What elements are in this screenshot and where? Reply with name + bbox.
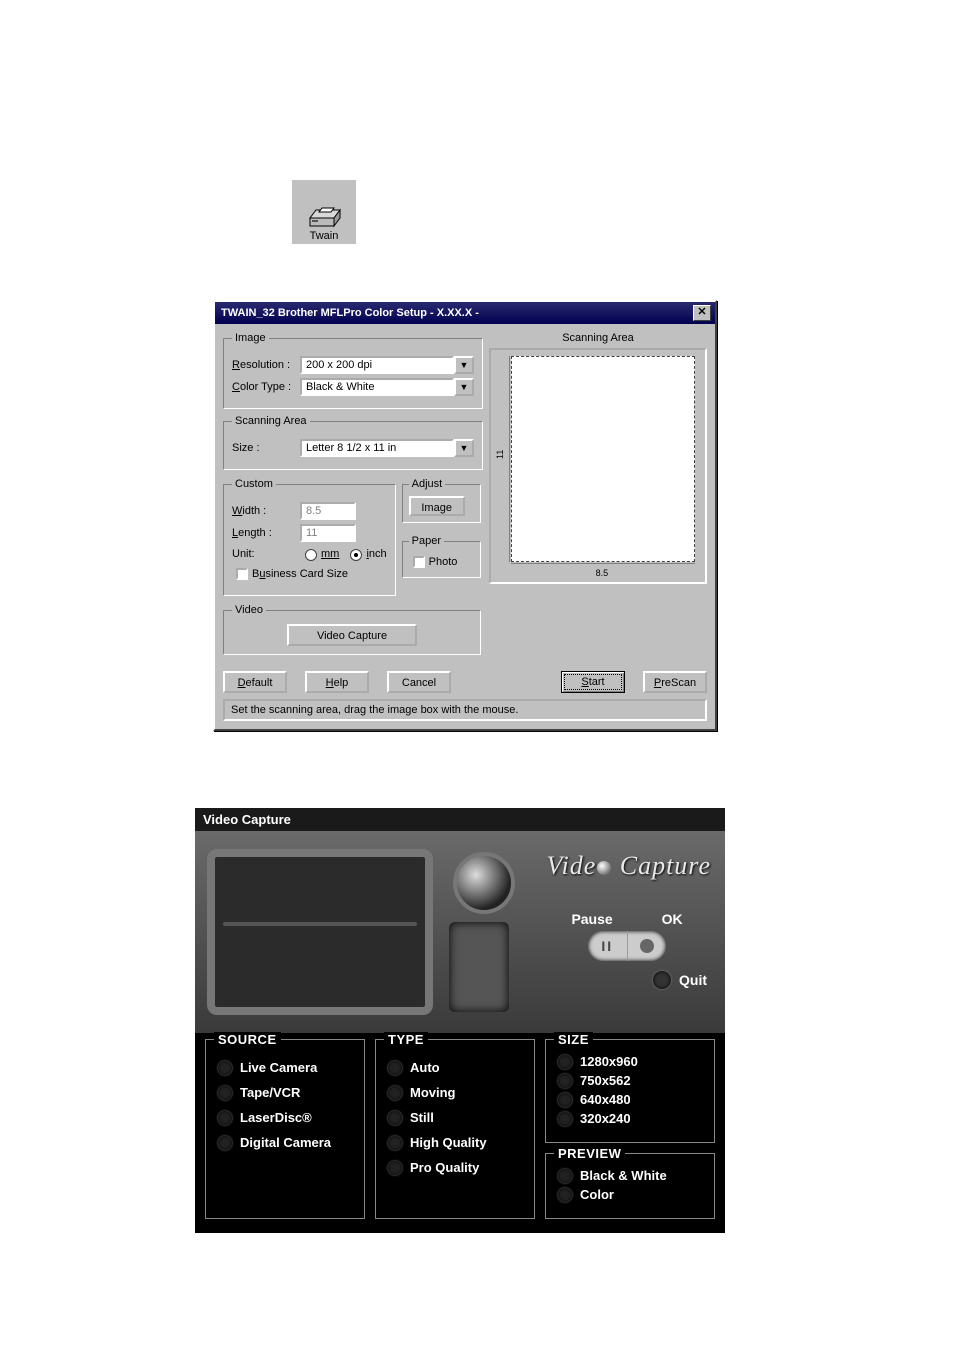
width-label: Width : (232, 505, 300, 517)
chevron-down-icon[interactable]: ▼ (454, 356, 474, 374)
scanner-icon (306, 198, 342, 230)
preview-option-color[interactable]: Color (558, 1187, 702, 1202)
video-bottom-panel: SOURCE Live Camera Tape/VCR LaserDisc® D… (195, 1033, 725, 1233)
pause-label: Pause (571, 911, 612, 927)
unit-inch-radio[interactable] (350, 549, 362, 561)
type-option-still[interactable]: Still (388, 1110, 522, 1125)
source-group: SOURCE Live Camera Tape/VCR LaserDisc® D… (205, 1039, 365, 1219)
ok-icon-wrap[interactable] (628, 931, 667, 961)
start-button[interactable]: Start (561, 671, 625, 693)
preview-option-bw[interactable]: Black & White (558, 1168, 702, 1183)
size-label: Size : (232, 442, 300, 454)
size-group-label: SIZE (554, 1032, 593, 1047)
length-label: Length : (232, 527, 300, 539)
default-button[interactable]: Default (223, 671, 287, 693)
video-window-title: Video Capture (195, 808, 725, 831)
ruler-horizontal: 8.5 (511, 563, 695, 576)
paper-group-label: Paper (409, 535, 444, 547)
pause-icon[interactable]: II (588, 931, 628, 961)
scanning-area-title: Scanning Area (489, 332, 707, 344)
custom-group: Custom Width : Length : Unit: mm (223, 478, 396, 596)
colortype-value[interactable] (300, 378, 454, 396)
source-option-laserdisc[interactable]: LaserDisc® (218, 1110, 352, 1125)
paper-group: Paper Photo (402, 535, 481, 578)
source-option-digital[interactable]: Digital Camera (218, 1135, 352, 1150)
adjust-group-label: Adjust (409, 478, 446, 490)
lens-icon (453, 852, 515, 914)
pause-ok-toggle[interactable]: II (588, 931, 666, 961)
type-option-moving[interactable]: Moving (388, 1085, 522, 1100)
video-group-label: Video (232, 604, 266, 616)
source-group-label: SOURCE (214, 1032, 281, 1047)
chevron-down-icon[interactable]: ▼ (454, 439, 474, 457)
camcorder-grip (449, 922, 509, 1012)
unit-label: Unit: (232, 548, 300, 560)
photo-label: Photo (429, 556, 458, 568)
colortype-select[interactable]: ▼ (300, 378, 474, 396)
video-capture-logo: Vide Capture (547, 851, 711, 881)
video-capture-button[interactable]: Video Capture (287, 624, 417, 646)
scanning-selection[interactable] (511, 356, 695, 562)
dialog-title: TWAIN_32 Brother MFLPro Color Setup - X.… (221, 307, 479, 319)
size-value[interactable] (300, 439, 454, 457)
size-option-640[interactable]: 640x480 (558, 1092, 702, 1107)
source-option-live[interactable]: Live Camera (218, 1060, 352, 1075)
ok-label: OK (662, 911, 683, 927)
businesscard-check[interactable] (236, 568, 248, 580)
twain-desktop-icon[interactable]: Twain (292, 180, 356, 244)
twain-setup-dialog: TWAIN_32 Brother MFLPro Color Setup - X.… (213, 300, 717, 731)
size-option-750[interactable]: 750x562 (558, 1073, 702, 1088)
scanningarea-group: Scanning Area Size : ▼ (223, 415, 483, 470)
camcorder-body (443, 852, 533, 1012)
resolution-select[interactable]: ▼ (300, 356, 474, 374)
ruler-vertical: 11 (497, 356, 510, 562)
quit-button[interactable] (653, 971, 671, 989)
video-group: Video Video Capture (223, 604, 481, 655)
length-field[interactable] (300, 524, 356, 542)
size-option-320[interactable]: 320x240 (558, 1111, 702, 1126)
scanning-preview[interactable]: 11 8.5 (489, 348, 707, 584)
custom-group-label: Custom (232, 478, 276, 490)
adjust-group: Adjust Image (402, 478, 481, 523)
type-option-auto[interactable]: Auto (388, 1060, 522, 1075)
photo-check[interactable] (413, 556, 425, 568)
video-capture-window: Video Capture Vide Capture Pause OK II Q… (195, 808, 725, 1233)
status-bar: Set the scanning area, drag the image bo… (223, 699, 707, 721)
help-button[interactable]: Help (305, 671, 369, 693)
unit-inch-label: inch (366, 548, 386, 560)
cancel-button[interactable]: Cancel (387, 671, 451, 693)
preview-group-label: PREVIEW (554, 1146, 625, 1161)
logo-dot-icon (597, 861, 611, 875)
twain-icon-label: Twain (310, 230, 339, 242)
scanningarea-group-label: Scanning Area (232, 415, 310, 427)
video-top-panel: Vide Capture Pause OK II Quit (195, 831, 725, 1033)
resolution-label: RResolution :esolution : (232, 359, 300, 371)
image-group-label: Image (232, 332, 269, 344)
quit-label: Quit (679, 972, 707, 988)
type-group: TYPE Auto Moving Still High Quality Pro … (375, 1039, 535, 1219)
chevron-down-icon[interactable]: ▼ (454, 378, 474, 396)
unit-mm-label: mm (321, 548, 339, 560)
adjust-image-button[interactable]: Image (409, 496, 465, 516)
resolution-value[interactable] (300, 356, 454, 374)
dialog-titlebar[interactable]: TWAIN_32 Brother MFLPro Color Setup - X.… (215, 302, 715, 324)
businesscard-label: Business Card Size (252, 568, 348, 580)
size-option-1280[interactable]: 1280x960 (558, 1054, 702, 1069)
type-option-proq[interactable]: Pro Quality (388, 1160, 522, 1175)
close-icon[interactable]: ✕ (693, 305, 711, 321)
ok-icon (640, 939, 654, 953)
preview-group: PREVIEW Black & White Color (545, 1153, 715, 1219)
width-field[interactable] (300, 502, 356, 520)
type-option-highq[interactable]: High Quality (388, 1135, 522, 1150)
size-group: SIZE 1280x960 750x562 640x480 320x240 (545, 1039, 715, 1143)
source-option-tape[interactable]: Tape/VCR (218, 1085, 352, 1100)
prescan-button[interactable]: PreScan (643, 671, 707, 693)
colortype-label: Color Type : (232, 381, 300, 393)
image-group: Image RResolution :esolution : ▼ Color T… (223, 332, 483, 409)
type-group-label: TYPE (384, 1032, 428, 1047)
camcorder-screen (207, 849, 433, 1015)
unit-mm-radio[interactable] (305, 549, 317, 561)
size-select[interactable]: ▼ (300, 439, 474, 457)
